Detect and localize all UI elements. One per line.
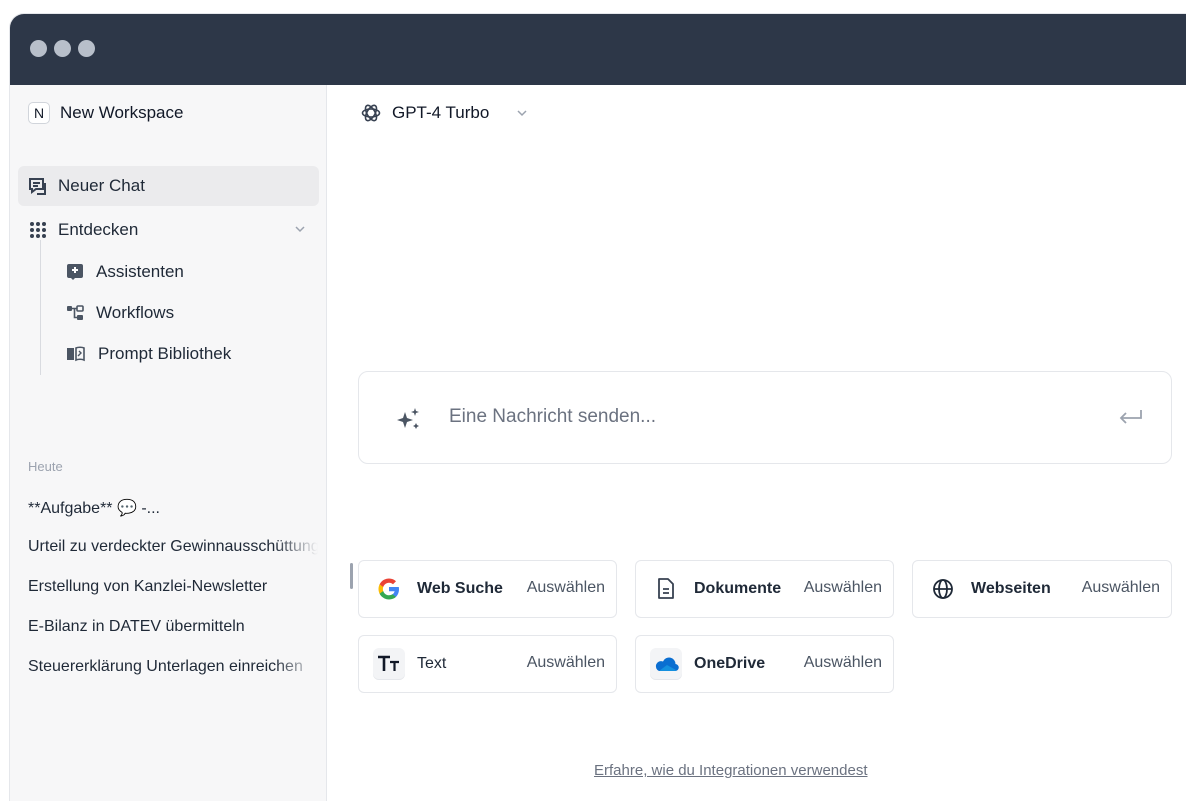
chat-history-item[interactable]: E-Bilanz in DATEV übermitteln	[28, 618, 318, 636]
enter-icon[interactable]	[1117, 408, 1143, 426]
app-window: N New Workspace Neuer Chat Entdecken Ass…	[10, 14, 1186, 801]
chevron-down-icon	[517, 110, 527, 117]
workspace-name: New Workspace	[60, 103, 184, 122]
book-icon	[67, 346, 85, 362]
discover-label: Entdecken	[58, 220, 139, 239]
chevron-down-icon[interactable]	[293, 222, 307, 236]
assistants-label: Assistenten	[96, 262, 184, 281]
workflows-label: Workflows	[96, 303, 175, 322]
sidebar: N New Workspace Neuer Chat Entdecken Ass…	[10, 85, 327, 801]
integration-label: OneDrive	[694, 655, 766, 672]
new-chat-icon	[29, 178, 46, 195]
sparkles-icon	[397, 408, 419, 429]
window-control-minimize[interactable]	[54, 40, 71, 57]
workflow-icon	[67, 305, 84, 320]
select-button[interactable]: Auswählen	[804, 579, 882, 597]
globe-icon	[927, 573, 959, 605]
new-chat-label: Neuer Chat	[58, 176, 145, 195]
grid-dots-icon	[30, 222, 46, 238]
model-selector[interactable]: GPT-4 Turbo	[360, 102, 529, 124]
resize-handle[interactable]	[350, 563, 353, 589]
integration-text[interactable]: Text Auswählen	[358, 635, 617, 693]
integration-label: Web Suche	[417, 580, 503, 597]
chat-history-item[interactable]: Erstellung von Kanzlei-Newsletter	[28, 578, 318, 596]
chat-history-item[interactable]: **Aufgabe** 💬 -...	[28, 498, 318, 518]
chat-history-item[interactable]: Steuererklärung Unterlagen einreichen	[28, 658, 318, 676]
workspace-switcher[interactable]: N New Workspace	[28, 102, 183, 124]
integration-websites[interactable]: Webseiten Auswählen	[912, 560, 1172, 618]
submenu-rail	[40, 240, 41, 375]
main-panel: GPT-4 Turbo Eine Nachricht senden... Web…	[328, 85, 1186, 801]
integration-web-search[interactable]: Web Suche Auswählen	[358, 560, 617, 618]
sidebar-item-prompt-library[interactable]: Prompt Bibliothek	[66, 344, 231, 364]
message-composer[interactable]: Eine Nachricht senden...	[358, 371, 1172, 464]
chat-history-item[interactable]: Urteil zu verdeckter Gewinnausschüttung	[28, 538, 318, 556]
text-format-icon	[373, 648, 405, 680]
prompt-library-label: Prompt Bibliothek	[98, 344, 232, 363]
integrations-help-link[interactable]: Erfahre, wie du Integrationen verwendest	[594, 762, 868, 779]
openai-icon	[361, 104, 381, 122]
select-button[interactable]: Auswählen	[804, 654, 882, 672]
select-button[interactable]: Auswählen	[527, 654, 605, 672]
section-today: Heute	[28, 459, 63, 474]
google-icon	[373, 573, 405, 605]
select-button[interactable]: Auswählen	[527, 579, 605, 597]
workspace-avatar: N	[28, 102, 50, 124]
select-button[interactable]: Auswählen	[1082, 579, 1160, 597]
sidebar-item-discover[interactable]: Entdecken	[18, 210, 319, 250]
sidebar-item-assistants[interactable]: Assistenten	[66, 262, 184, 282]
document-icon	[650, 573, 682, 605]
sidebar-item-workflows[interactable]: Workflows	[66, 303, 174, 323]
onedrive-icon	[650, 648, 682, 680]
integration-label: Dokumente	[694, 580, 782, 597]
window-control-close[interactable]	[30, 40, 47, 57]
integration-onedrive[interactable]: OneDrive Auswählen	[635, 635, 894, 693]
assistant-icon	[67, 264, 83, 280]
model-name: GPT-4 Turbo	[392, 103, 490, 122]
window-control-maximize[interactable]	[78, 40, 95, 57]
new-chat-button[interactable]: Neuer Chat	[18, 166, 319, 206]
integration-label: Webseiten	[971, 580, 1051, 597]
title-bar	[10, 14, 1186, 85]
integration-documents[interactable]: Dokumente Auswählen	[635, 560, 894, 618]
integration-label: Text	[417, 655, 447, 672]
message-input[interactable]: Eine Nachricht senden...	[449, 406, 656, 428]
